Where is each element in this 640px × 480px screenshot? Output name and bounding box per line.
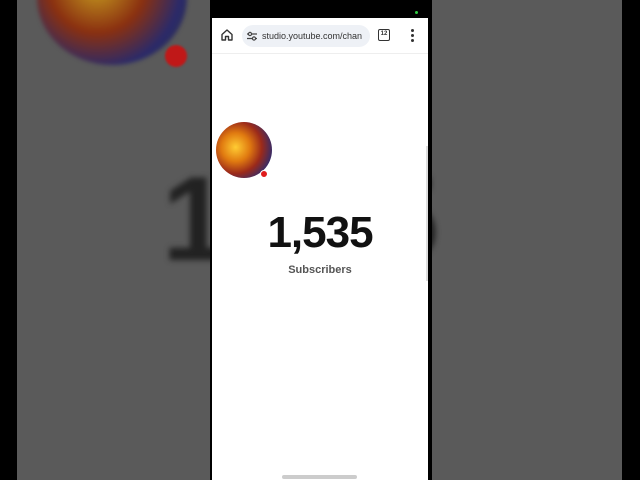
more-options-icon[interactable] bbox=[407, 28, 417, 44]
address-bar[interactable]: studio.youtube.com/chan bbox=[242, 25, 370, 47]
site-settings-icon[interactable] bbox=[246, 30, 258, 42]
blurred-background-right: 5 bbox=[432, 0, 622, 480]
tab-switcher-button[interactable]: 12 bbox=[378, 29, 390, 41]
blurred-background-left: 1 bbox=[17, 0, 210, 480]
subscriber-count: 1,535 bbox=[267, 208, 373, 257]
scrollbar[interactable] bbox=[426, 146, 428, 281]
phone-frame: studio.youtube.com/chan 12 1,535 Subscri… bbox=[210, 0, 432, 480]
browser-toolbar: studio.youtube.com/chan 12 bbox=[212, 18, 428, 54]
gesture-navigation-bar[interactable] bbox=[282, 475, 357, 479]
subscriber-label: Subscribers bbox=[288, 264, 352, 276]
live-indicator-dot bbox=[260, 170, 268, 178]
camera-indicator-dot bbox=[415, 11, 418, 14]
blurred-live-dot bbox=[165, 45, 187, 67]
blurred-count-right: 5 bbox=[432, 150, 439, 288]
home-icon[interactable] bbox=[220, 28, 234, 42]
blurred-count-left: 1 bbox=[162, 152, 210, 286]
phone-screen: studio.youtube.com/chan 12 1,535 Subscri… bbox=[212, 18, 428, 480]
url-text: studio.youtube.com/chan bbox=[262, 31, 363, 41]
